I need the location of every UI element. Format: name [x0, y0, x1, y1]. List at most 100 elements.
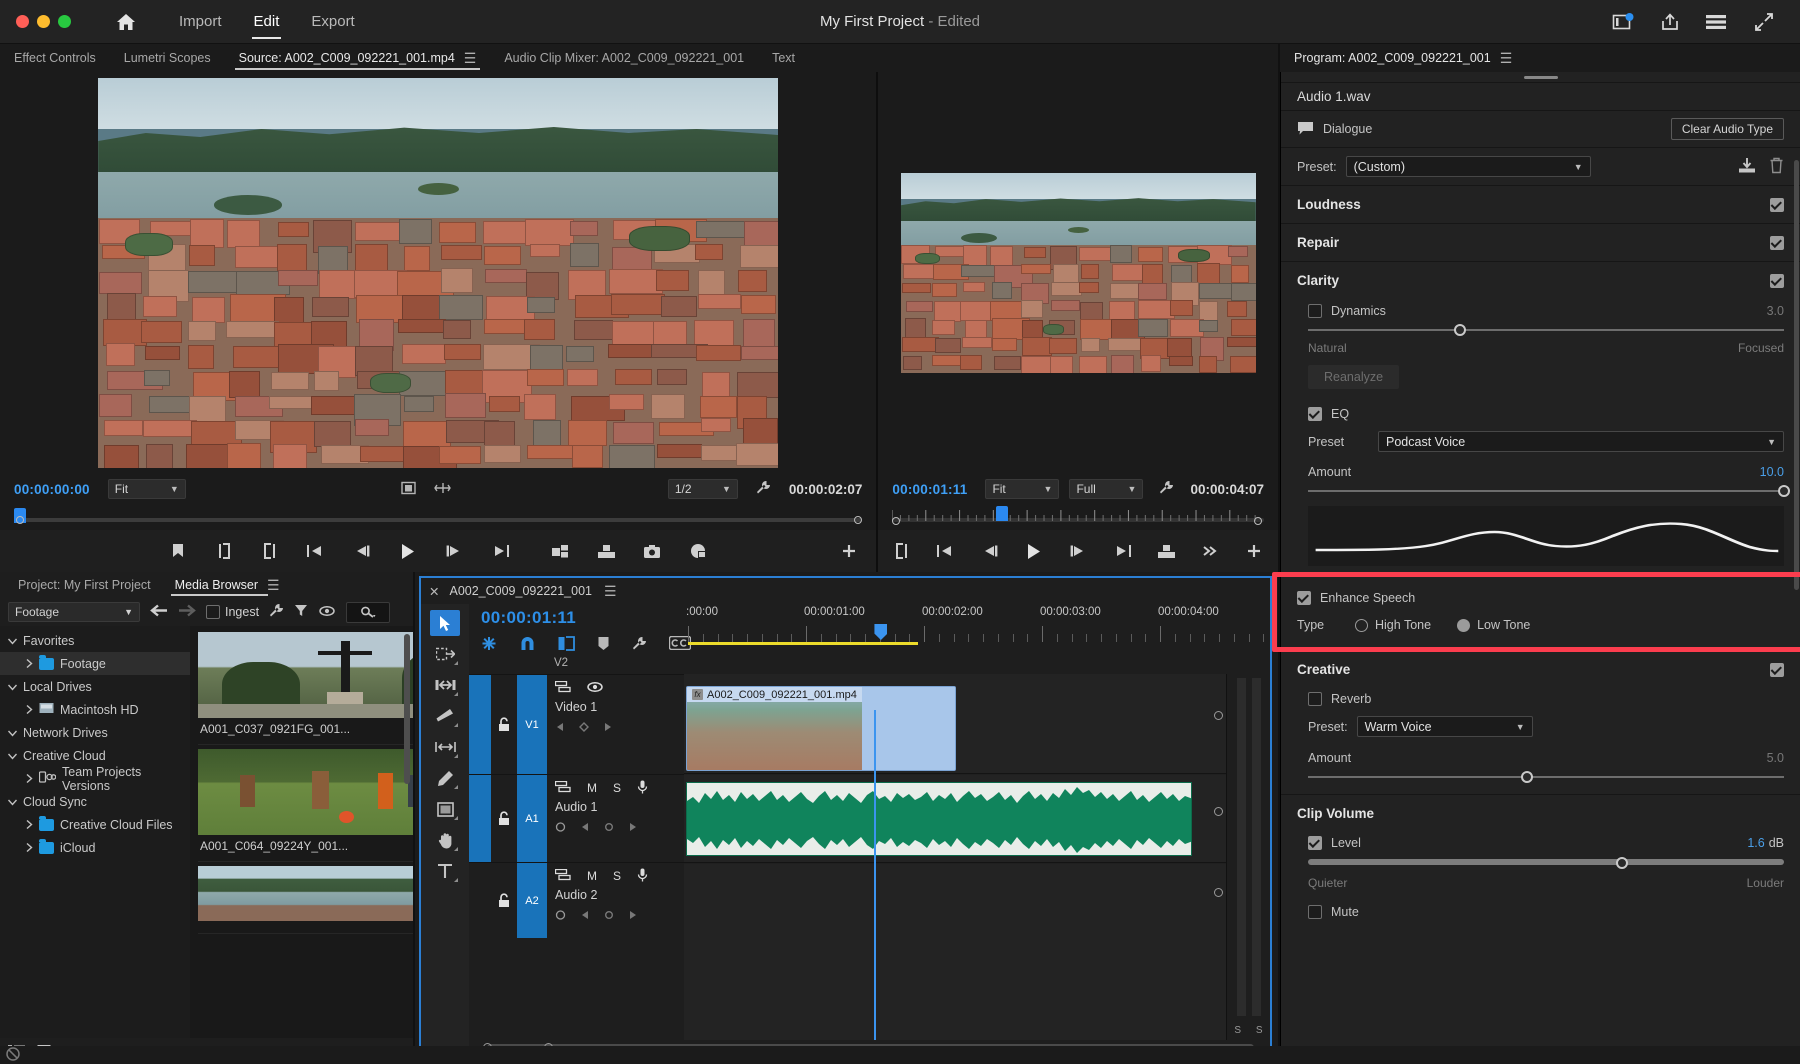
panel-tab-effect-controls[interactable]: Effect Controls: [0, 44, 110, 72]
back-arrow-icon[interactable]: [150, 604, 168, 620]
fullscreen-icon[interactable]: [1754, 12, 1774, 32]
plus-icon[interactable]: [1243, 541, 1265, 561]
tab-export[interactable]: Export: [295, 9, 370, 34]
type-tool[interactable]: [430, 858, 460, 884]
rolling-edit-tool[interactable]: [430, 703, 460, 729]
chevron-down-icon[interactable]: [8, 680, 17, 694]
creative-amount-slider-knob[interactable]: [1521, 771, 1533, 783]
filter-icon[interactable]: [294, 604, 309, 621]
search-input[interactable]: [346, 602, 390, 623]
panel-tab-audio-clip-mixer[interactable]: Audio Clip Mixer: A002_C009_092221_001: [490, 44, 758, 72]
maximize-window-button[interactable]: [58, 15, 71, 28]
media-browser-tree[interactable]: FavoritesFootageLocal DrivesMacintosh HD…: [0, 626, 190, 1038]
track-v1-resize-handle[interactable]: [1214, 711, 1223, 720]
linked-selection-icon[interactable]: [558, 636, 575, 654]
source-in-marker[interactable]: [16, 516, 24, 524]
source-fit-select[interactable]: Fit▼: [108, 479, 186, 499]
overwrite-icon[interactable]: [595, 541, 617, 561]
ingest-checkbox[interactable]: Ingest: [206, 605, 259, 619]
track-a1-resize-handle[interactable]: [1214, 807, 1223, 816]
go-to-out-icon[interactable]: [489, 541, 511, 561]
track-a2-solo-button[interactable]: S: [613, 869, 621, 883]
list-item[interactable]: A001_C064_09224Y_001... 2:08: [198, 749, 413, 862]
meter-solo-left[interactable]: S: [1234, 1025, 1241, 1036]
selection-tool[interactable]: [430, 610, 460, 636]
tree-item-creative-cloud-files[interactable]: Creative Cloud Files: [0, 813, 190, 836]
creative-preset-select[interactable]: Warm Voice▼: [1357, 716, 1533, 737]
hamburger-icon[interactable]: ☰: [604, 583, 617, 600]
panel-tab-program[interactable]: Program: A002_C009_092221_001 ☰: [1280, 44, 1526, 72]
chevron-down-icon[interactable]: [8, 749, 17, 763]
mute-checkbox[interactable]: [1308, 905, 1322, 919]
source-video-frame[interactable]: [98, 78, 778, 468]
mic-icon[interactable]: [637, 780, 648, 797]
go-to-in-icon[interactable]: [305, 541, 327, 561]
menu-icon[interactable]: [1706, 14, 1728, 30]
timeline-work-area-bar[interactable]: [688, 642, 918, 645]
creative-checkbox[interactable]: [1770, 663, 1784, 677]
hamburger-icon[interactable]: ☰: [267, 577, 280, 594]
save-preset-icon[interactable]: [1738, 157, 1757, 177]
track-a2-volume-icon[interactable]: [555, 908, 566, 923]
track-v1-lock[interactable]: [491, 675, 517, 774]
list-item[interactable]: A001_C037_0921FG_001... 0:08: [198, 632, 413, 745]
chevron-right-icon[interactable]: [26, 841, 33, 855]
tree-item-macintosh-hd[interactable]: Macintosh HD: [0, 698, 190, 721]
chevron-down-icon[interactable]: [8, 795, 17, 809]
clarity-checkbox[interactable]: [1770, 274, 1784, 288]
media-browser-folder-select[interactable]: Footage▼: [8, 602, 140, 622]
track-body-v1[interactable]: fx A002_C009_092221_001.mp4: [684, 674, 1226, 774]
track-a1-lock[interactable]: [491, 775, 517, 862]
step-back-icon[interactable]: [979, 541, 1001, 561]
step-forward-icon[interactable]: [443, 541, 465, 561]
eq-amount-slider-knob[interactable]: [1778, 485, 1790, 497]
track-a2-prev-keyframe-icon[interactable]: [580, 908, 590, 923]
track-body-a1[interactable]: [684, 775, 1226, 863]
tab-project[interactable]: Project: My First Project: [6, 572, 163, 598]
panel-tab-lumetri-scopes[interactable]: Lumetri Scopes: [110, 44, 225, 72]
marker-icon[interactable]: [597, 636, 610, 654]
ingest-checkbox-box[interactable]: [206, 605, 220, 619]
panel-grab-handle[interactable]: [1281, 72, 1800, 82]
audio-meters[interactable]: S S: [1226, 674, 1270, 1040]
pen-tool[interactable]: [430, 765, 460, 791]
track-v1-sync-strip[interactable]: [469, 675, 491, 774]
program-monitor-view[interactable]: [878, 72, 1278, 474]
dynamics-slider[interactable]: [1308, 323, 1784, 337]
export-frame-icon[interactable]: [401, 481, 416, 498]
panel-tab-source[interactable]: Source: A002_C009_092221_001.mp4 ☰: [225, 44, 491, 72]
track-a1-sync-strip[interactable]: [469, 775, 491, 862]
track-a2-resize-handle[interactable]: [1214, 888, 1223, 897]
source-monitor-view[interactable]: [0, 72, 876, 474]
tree-item-team-projects-versions[interactable]: Team Projects Versions: [0, 767, 190, 790]
tree-item-local-drives[interactable]: Local Drives: [0, 675, 190, 698]
sync-lock-icon[interactable]: [555, 781, 571, 796]
track-body-a2[interactable]: [684, 864, 1226, 1040]
track-a2-sync-strip[interactable]: [469, 863, 491, 938]
wrench-icon[interactable]: [756, 480, 771, 498]
chevron-right-icon[interactable]: [26, 657, 33, 671]
timeline-playhead-marker[interactable]: [874, 624, 887, 640]
enhance-speech-checkbox[interactable]: [1297, 591, 1311, 605]
snap-icon[interactable]: [519, 635, 536, 654]
rectangle-tool[interactable]: [430, 796, 460, 822]
chevron-down-icon[interactable]: [8, 634, 17, 648]
loudness-checkbox[interactable]: [1770, 198, 1784, 212]
tab-media-browser[interactable]: Media Browser ☰: [163, 572, 292, 598]
essential-sound-scrollbar[interactable]: [1794, 160, 1799, 590]
eye-icon[interactable]: [319, 605, 336, 620]
chevron-right-icon[interactable]: [26, 772, 33, 786]
tree-item-favorites[interactable]: Favorites: [0, 629, 190, 652]
hamburger-icon[interactable]: ☰: [1500, 50, 1513, 67]
meter-solo-right[interactable]: S: [1256, 1025, 1263, 1036]
video-clip[interactable]: fx A002_C009_092221_001.mp4: [686, 686, 956, 771]
insert-icon[interactable]: [549, 541, 571, 561]
forward-arrow-icon[interactable]: [178, 604, 196, 620]
track-v1-id[interactable]: V1: [517, 675, 547, 774]
eq-curve-display[interactable]: [1308, 506, 1784, 566]
mark-out-icon[interactable]: [259, 541, 281, 561]
timeline-ruler[interactable]: :00:0000:00:01:0000:00:02:0000:00:03:000…: [684, 604, 1270, 674]
more-icon[interactable]: [1199, 541, 1221, 561]
preset-select[interactable]: (Custom)▼: [1346, 156, 1591, 177]
track-a2-next-keyframe-icon[interactable]: [628, 908, 638, 923]
